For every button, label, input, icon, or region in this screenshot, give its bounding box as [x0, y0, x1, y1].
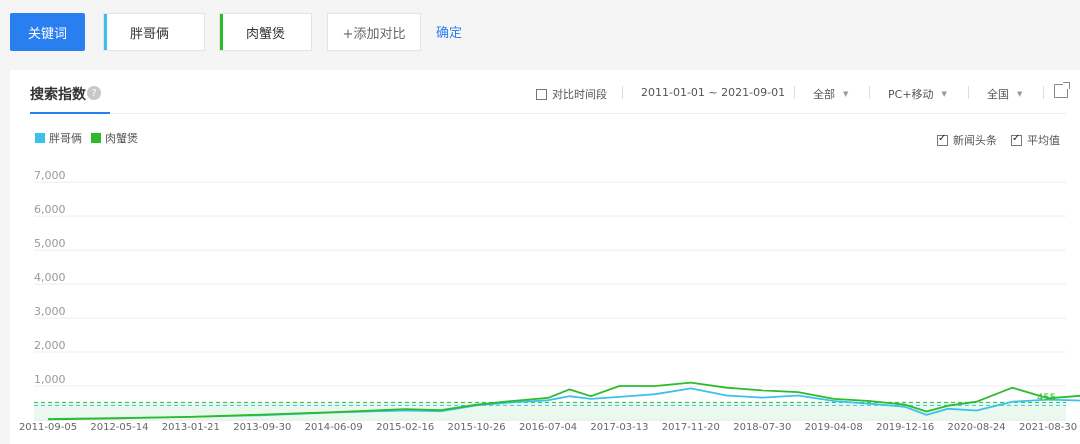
x-tick-label: 2015-10-26 [448, 422, 506, 433]
x-tick-label: 2017-11-20 [662, 422, 720, 433]
y-tick-label: 3,000 [34, 305, 66, 318]
series-line-1 [47, 387, 1080, 420]
x-tick-label: 2019-04-08 [805, 422, 863, 433]
y-tick-label: 4,000 [34, 271, 66, 284]
toolbar: 关键词 胖哥俩 肉蟹煲 +添加对比 确定 [0, 0, 1080, 68]
x-tick-label: 2015-02-16 [376, 422, 434, 433]
y-tick-label: 5,000 [34, 237, 66, 250]
term-color-bar [220, 14, 223, 50]
y-tick-label: 1,000 [34, 373, 66, 386]
search-index-panel: 搜索指数 ? 对比时间段 2011-01-01 ~ 2021-09-01 全部 … [10, 70, 1080, 444]
term-chip-1[interactable]: 胖哥俩 [103, 13, 205, 51]
y-tick-label: 7,000 [34, 169, 66, 182]
x-tick-label: 2011-09-05 [19, 422, 77, 433]
x-tick-label: 2018-07-30 [733, 422, 791, 433]
term-color-bar [104, 14, 107, 50]
term-chip-2[interactable]: 肉蟹煲 [219, 13, 312, 51]
x-tick-label: 2020-08-24 [948, 422, 1006, 433]
term-label: 肉蟹煲 [246, 26, 286, 42]
keyword-button[interactable]: 关键词 [10, 13, 85, 51]
confirm-link[interactable]: 确定 [436, 22, 462, 41]
y-tick-label: 2,000 [34, 339, 66, 352]
y-tick-label: 6,000 [34, 203, 66, 216]
x-tick-label: 2021-08-30 [1019, 422, 1077, 433]
x-tick-label: 2014-06-09 [305, 422, 363, 433]
x-tick-label: 2017-03-13 [590, 422, 648, 433]
line-chart: 1,000 2,000 3,000 4,000 5,000 6,000 7,000 2011-… [19, 169, 1080, 433]
add-compare-button[interactable]: +添加对比 [327, 13, 421, 51]
x-tick-label: 2019-12-16 [876, 422, 934, 433]
term-label: 胖哥俩 [130, 26, 170, 42]
x-tick-label: 2016-07-04 [519, 422, 577, 433]
x-tick-label: 2013-09-30 [233, 422, 291, 433]
average-value-label: 455 [1037, 392, 1056, 403]
x-tick-label: 2013-01-21 [162, 422, 220, 433]
x-tick-label: 2012-05-14 [90, 422, 148, 433]
